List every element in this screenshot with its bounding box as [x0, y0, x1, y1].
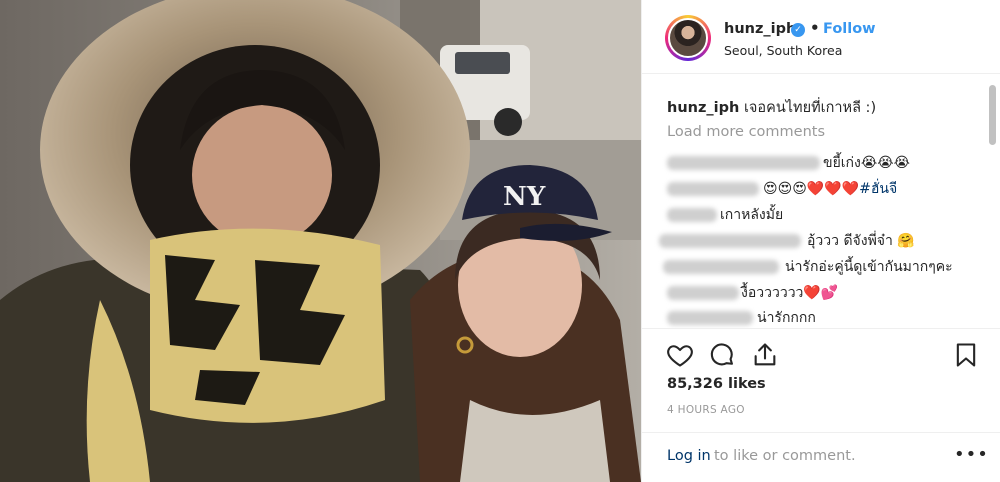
- comment-text: ขยี้เก่ง😭😭😭: [823, 155, 910, 171]
- comment-bubble-icon[interactable]: [708, 341, 736, 369]
- comment-item: ขยี้เก่ง😭😭😭: [667, 152, 967, 172]
- comment-author-redacted[interactable]: [663, 260, 779, 274]
- comment-item: งื้อวววววว❤️💕: [667, 282, 967, 302]
- caption-username[interactable]: hunz_iph: [667, 100, 739, 116]
- comment-author-redacted[interactable]: [667, 208, 717, 222]
- emoji: 😭😭😭: [860, 155, 910, 171]
- post-header: hunz_iph ✓ • Follow Seoul, South Korea: [642, 0, 1000, 74]
- comment-item: เกาหลังมั้ย: [667, 204, 967, 224]
- share-arrow-icon[interactable]: [751, 341, 779, 369]
- hug-emoji: 🤗: [897, 233, 915, 249]
- login-prompt-text: to like or comment.: [714, 448, 856, 464]
- heart-emoji: ❤️❤️❤️: [806, 181, 860, 197]
- separator-dot: •: [810, 19, 820, 37]
- post-actions: 85,326 likes 4 HOURS AGO Log in to like …: [642, 328, 1000, 479]
- load-more-comments-button[interactable]: Load more comments: [667, 124, 825, 140]
- location-link[interactable]: Seoul, South Korea: [724, 43, 842, 58]
- comment-text: งื้อวววววว❤️💕: [741, 285, 839, 301]
- post-timestamp: 4 HOURS AGO: [667, 404, 745, 416]
- login-bar: Log in to like or comment. •••: [642, 432, 1000, 480]
- comment-item: 😍😍😍❤️❤️❤️#ฮั่นจี: [667, 178, 967, 198]
- post-photo[interactable]: NY: [0, 0, 641, 482]
- comment-item: น่ารักอ่ะคู่นี้ดูเข้ากันมากๆคะ: [663, 256, 987, 276]
- comment-text: เกาหลังมั้ย: [720, 207, 784, 223]
- avatar[interactable]: [665, 15, 711, 61]
- comments-section[interactable]: hunz_iph เจอคนไทยที่เกาหลี :) Load more …: [642, 74, 1000, 328]
- comment-author-redacted[interactable]: [667, 311, 753, 325]
- verified-badge-icon: ✓: [791, 23, 805, 37]
- svg-text:NY: NY: [503, 182, 546, 212]
- emoji: 😍😍😍: [763, 181, 807, 197]
- likes-count[interactable]: 85,326 likes: [667, 376, 766, 392]
- like-heart-icon[interactable]: [666, 341, 694, 369]
- bookmark-icon[interactable]: [952, 341, 980, 369]
- comment-author-redacted[interactable]: [659, 234, 801, 248]
- photo-illustration: NY: [0, 0, 641, 482]
- avatar-image: [668, 18, 708, 58]
- heart-emoji: ❤️💕: [803, 285, 839, 301]
- post-caption: hunz_iph เจอคนไทยที่เกาหลี :): [667, 96, 876, 119]
- comment-item: อุ้ววว ดีจังพี่จ๋า 🤗: [659, 230, 967, 250]
- comment-item: น่ารักกกก: [667, 307, 967, 327]
- post-side-panel: hunz_iph ✓ • Follow Seoul, South Korea h…: [641, 0, 1000, 482]
- comment-text: อุ้ววว ดีจังพี่จ๋า 🤗: [807, 233, 915, 249]
- comments-scrollbar[interactable]: [989, 85, 996, 145]
- comment-text: 😍😍😍❤️❤️❤️#ฮั่นจี: [763, 178, 897, 200]
- more-options-icon[interactable]: •••: [954, 444, 989, 465]
- comment-author-redacted[interactable]: [667, 156, 820, 170]
- follow-button[interactable]: Follow: [823, 21, 876, 37]
- comment-author-redacted[interactable]: [667, 286, 739, 300]
- comment-author-redacted[interactable]: [667, 182, 759, 196]
- caption-text: เจอคนไทยที่เกาหลี :): [739, 100, 877, 116]
- comment-text: น่ารักกกก: [757, 310, 816, 326]
- comment-text: น่ารักอ่ะคู่นี้ดูเข้ากันมากๆคะ: [785, 259, 953, 275]
- login-link[interactable]: Log in: [667, 448, 711, 464]
- username-link[interactable]: hunz_iph: [724, 21, 796, 37]
- hashtag-link[interactable]: #ฮั่นจี: [859, 181, 897, 197]
